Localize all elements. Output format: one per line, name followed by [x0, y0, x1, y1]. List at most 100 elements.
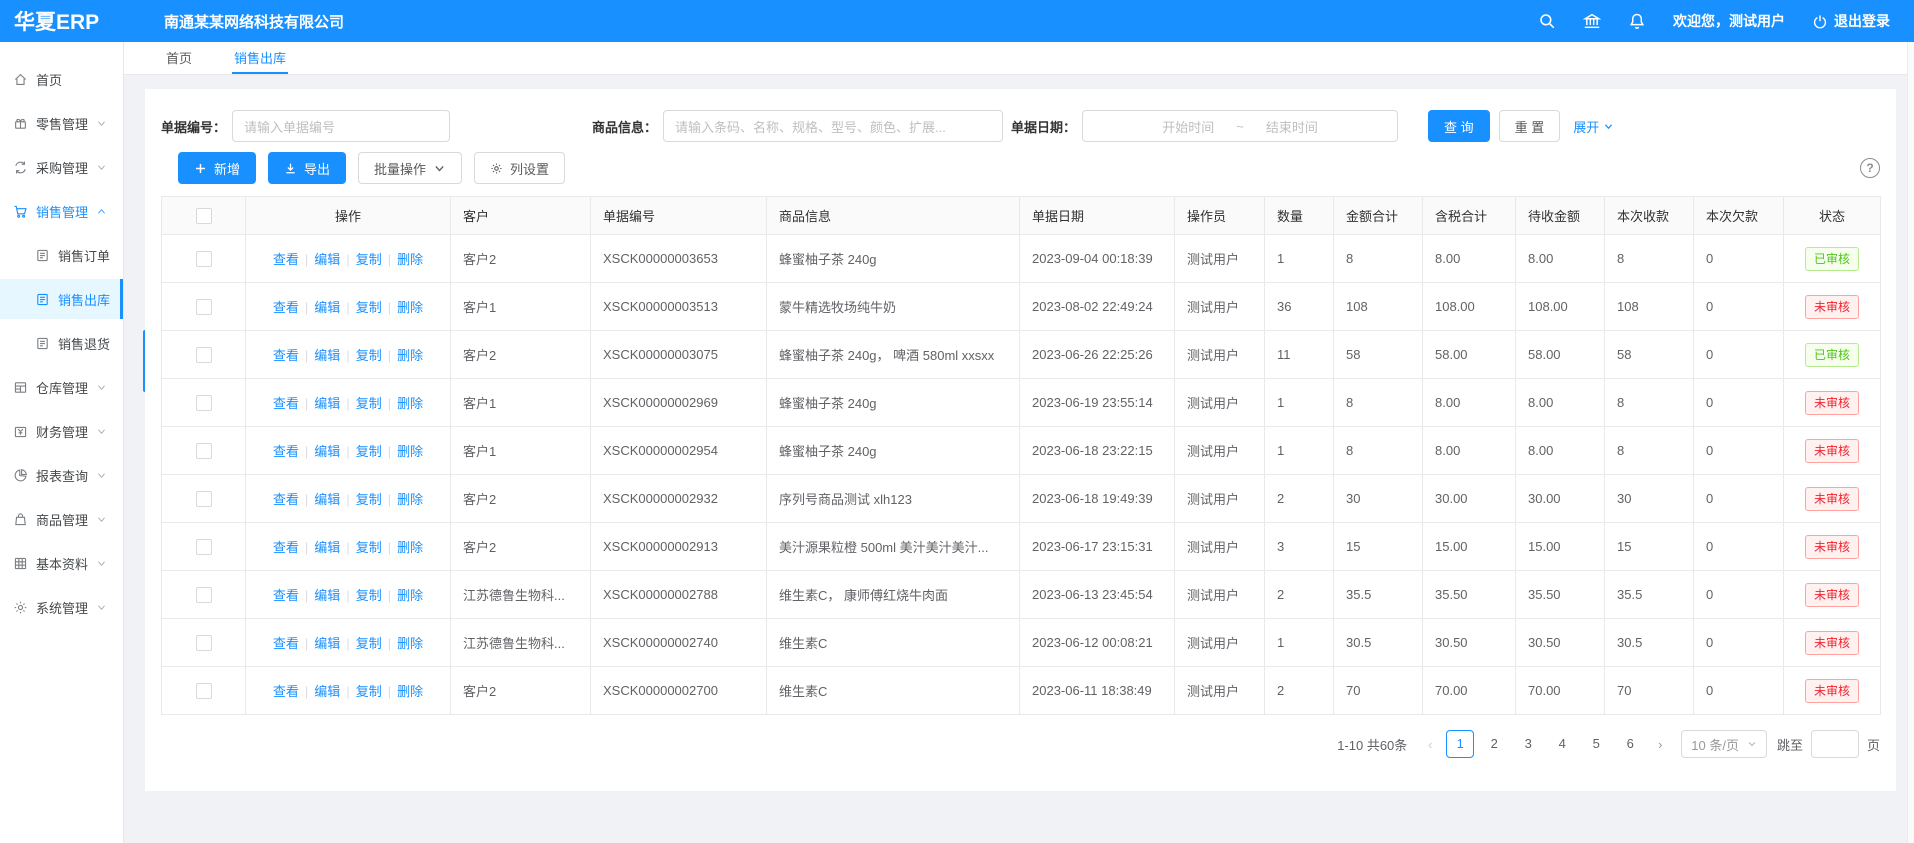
sidebar-item-purchase[interactable]: 采购管理: [0, 147, 123, 187]
prev-page-button[interactable]: ‹: [1417, 730, 1443, 758]
view-link[interactable]: 查看: [273, 684, 299, 699]
view-link[interactable]: 查看: [273, 444, 299, 459]
copy-link[interactable]: 复制: [356, 300, 382, 315]
sidebar-item-basic[interactable]: 基本资料: [0, 543, 123, 583]
action-separator: |: [346, 348, 349, 363]
edit-link[interactable]: 编辑: [314, 588, 340, 603]
jump-page-input[interactable]: [1811, 730, 1859, 758]
edit-link[interactable]: 编辑: [314, 492, 340, 507]
view-link[interactable]: 查看: [273, 300, 299, 315]
page-scrollbar[interactable]: [1907, 42, 1914, 843]
sidebar-item-warehouse[interactable]: 仓库管理: [0, 367, 123, 407]
bank-icon[interactable]: [1583, 12, 1601, 30]
edit-link[interactable]: 编辑: [314, 444, 340, 459]
page-button-2[interactable]: 2: [1480, 730, 1508, 758]
sidebar-item-retail[interactable]: 零售管理: [0, 103, 123, 143]
bill-no-input[interactable]: 请输入单据编号: [232, 110, 450, 142]
delete-link[interactable]: 删除: [397, 540, 423, 555]
batch-actions-button[interactable]: 批量操作: [358, 152, 462, 184]
bill-no-cell: XSCK00000002969: [591, 379, 767, 427]
export-button[interactable]: 导出: [268, 152, 346, 184]
sidebar-item-home[interactable]: 首页: [0, 59, 123, 99]
search-icon[interactable]: [1538, 12, 1556, 30]
view-link[interactable]: 查看: [273, 492, 299, 507]
page-size-select[interactable]: 10 条/页: [1681, 730, 1767, 758]
sidebar-item-sales[interactable]: 销售管理: [0, 191, 123, 231]
page-button-3[interactable]: 3: [1514, 730, 1542, 758]
copy-link[interactable]: 复制: [356, 252, 382, 267]
sidebar-item-sales-outbound[interactable]: 销售出库: [0, 279, 123, 319]
edit-link[interactable]: 编辑: [314, 684, 340, 699]
row-checkbox[interactable]: [196, 251, 212, 267]
sidebar-item-sales-order[interactable]: 销售订单: [0, 235, 123, 275]
copy-link[interactable]: 复制: [356, 348, 382, 363]
delete-link[interactable]: 删除: [397, 444, 423, 459]
help-icon[interactable]: ?: [1860, 158, 1880, 178]
view-link[interactable]: 查看: [273, 636, 299, 651]
copy-link[interactable]: 复制: [356, 540, 382, 555]
view-link[interactable]: 查看: [273, 348, 299, 363]
tab-home[interactable]: 首页: [164, 42, 194, 74]
sidebar-item-sales-return[interactable]: 销售退货: [0, 323, 123, 363]
copy-link[interactable]: 复制: [356, 636, 382, 651]
company-name: 南通某某网络科技有限公司: [164, 11, 344, 32]
page-button-4[interactable]: 4: [1548, 730, 1576, 758]
delete-link[interactable]: 删除: [397, 636, 423, 651]
column-settings-button[interactable]: 列设置: [474, 152, 565, 184]
view-link[interactable]: 查看: [273, 540, 299, 555]
app-logo[interactable]: 华夏ERP: [0, 6, 124, 36]
select-all-checkbox[interactable]: [196, 208, 212, 224]
expand-link[interactable]: 展开: [1573, 117, 1614, 136]
copy-link[interactable]: 复制: [356, 684, 382, 699]
delete-link[interactable]: 删除: [397, 252, 423, 267]
delete-link[interactable]: 删除: [397, 396, 423, 411]
page-button-6[interactable]: 6: [1616, 730, 1644, 758]
row-checkbox[interactable]: [196, 539, 212, 555]
next-page-button[interactable]: ›: [1647, 730, 1673, 758]
date-label: 单据日期：: [1011, 117, 1076, 136]
bell-icon[interactable]: [1628, 12, 1646, 30]
edit-link[interactable]: 编辑: [314, 396, 340, 411]
sidebar-item-finance[interactable]: 财务管理: [0, 411, 123, 451]
copy-link[interactable]: 复制: [356, 444, 382, 459]
delete-link[interactable]: 删除: [397, 684, 423, 699]
table-row: 查看|编辑|复制|删除客户1XSCK00000003513蒙牛精选牧场纯牛奶20…: [162, 283, 1881, 331]
row-checkbox[interactable]: [196, 587, 212, 603]
logout-button[interactable]: 退出登录: [1812, 11, 1890, 31]
delete-link[interactable]: 删除: [397, 300, 423, 315]
row-checkbox[interactable]: [196, 635, 212, 651]
page-button-5[interactable]: 5: [1582, 730, 1610, 758]
date-range-input[interactable]: 开始时间 ~ 结束时间: [1082, 110, 1398, 142]
product-input[interactable]: 请输入条码、名称、规格、型号、颜色、扩展...: [663, 110, 1003, 142]
add-button[interactable]: 新增: [178, 152, 256, 184]
sidebar-item-system[interactable]: 系统管理: [0, 587, 123, 627]
row-checkbox[interactable]: [196, 443, 212, 459]
view-link[interactable]: 查看: [273, 588, 299, 603]
copy-link[interactable]: 复制: [356, 492, 382, 507]
copy-link[interactable]: 复制: [356, 588, 382, 603]
sidebar-item-report[interactable]: 报表查询: [0, 455, 123, 495]
search-button[interactable]: 查 询: [1428, 110, 1490, 142]
tab-sales-outbound[interactable]: 销售出库: [232, 42, 288, 74]
sidebar-item-product[interactable]: 商品管理: [0, 499, 123, 539]
row-checkbox[interactable]: [196, 491, 212, 507]
row-checkbox[interactable]: [196, 299, 212, 315]
copy-link[interactable]: 复制: [356, 396, 382, 411]
delete-link[interactable]: 删除: [397, 492, 423, 507]
row-checkbox[interactable]: [196, 347, 212, 363]
row-checkbox[interactable]: [196, 683, 212, 699]
page-button-1[interactable]: 1: [1446, 730, 1474, 758]
delete-link[interactable]: 删除: [397, 348, 423, 363]
edit-link[interactable]: 编辑: [314, 636, 340, 651]
edit-link[interactable]: 编辑: [314, 252, 340, 267]
action-separator: |: [346, 540, 349, 555]
edit-link[interactable]: 编辑: [314, 300, 340, 315]
view-link[interactable]: 查看: [273, 396, 299, 411]
edit-link[interactable]: 编辑: [314, 540, 340, 555]
sidebar-item-label: 基本资料: [36, 554, 88, 573]
row-checkbox[interactable]: [196, 395, 212, 411]
view-link[interactable]: 查看: [273, 252, 299, 267]
delete-link[interactable]: 删除: [397, 588, 423, 603]
reset-button[interactable]: 重 置: [1499, 110, 1561, 142]
edit-link[interactable]: 编辑: [314, 348, 340, 363]
